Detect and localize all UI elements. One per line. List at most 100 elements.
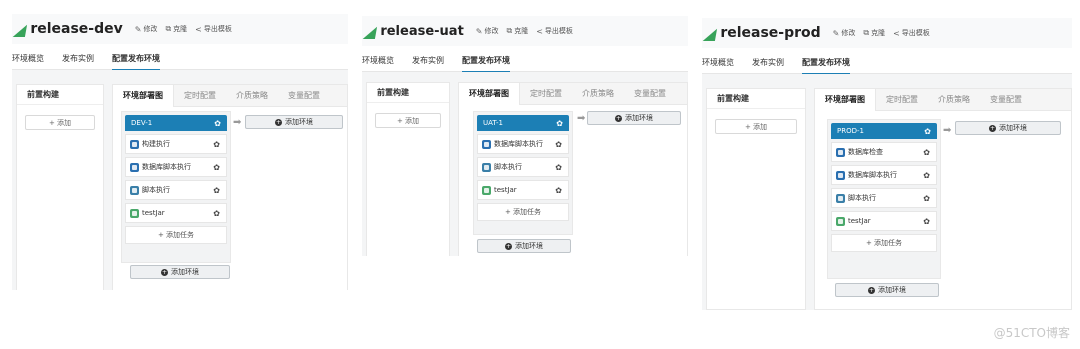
tab-config-env[interactable]: 配置发布环境 (112, 48, 160, 71)
add-env-button[interactable]: + 添加环境 (835, 283, 939, 297)
export-template-button[interactable]: < 导出模板 (893, 28, 930, 38)
gear-icon[interactable]: ✿ (555, 186, 562, 195)
tab-instances[interactable]: 发布实例 (62, 48, 94, 70)
pre-build-title: 前置构建 (17, 85, 103, 105)
add-env-button[interactable]: + 添加环境 (587, 111, 681, 125)
tab-overview[interactable]: 环境概览 (12, 48, 44, 70)
env-header[interactable]: UAT-1 ✿ (477, 115, 569, 131)
script-icon (482, 162, 491, 172)
gear-icon[interactable]: ✿ (213, 186, 220, 195)
tab-schedule[interactable]: 定时配置 (520, 83, 572, 105)
add-task-button[interactable]: + 添加任务 (125, 226, 227, 244)
tab-media-policy[interactable]: 介质策略 (572, 83, 624, 105)
copy-icon: ⧉ (863, 28, 870, 37)
main-tabs: 环境概览 发布实例 配置发布环境 (362, 50, 688, 73)
tab-media-policy[interactable]: 介质策略 (226, 85, 278, 107)
gear-icon[interactable]: ✿ (555, 140, 562, 149)
task-item[interactable]: 脚本执行 ✿ (831, 188, 937, 208)
plus-circle-icon: + (989, 124, 996, 132)
add-pre-build-button[interactable]: + 添加 (715, 119, 797, 134)
edit-button[interactable]: ✎ 修改 (476, 26, 499, 36)
gear-icon[interactable]: ✿ (556, 119, 563, 128)
pipeline-logo-icon: ◢ (12, 19, 28, 39)
jar-icon (836, 216, 845, 226)
tab-variables[interactable]: 变量配置 (980, 89, 1032, 111)
export-template-button[interactable]: < 导出模板 (536, 26, 573, 36)
deploy-column: 环境部署图 定时配置 介质策略 变量配置 UAT-1 ✿ 数据库脚本执行 ✿ 脚本执… (458, 82, 688, 256)
tab-variables[interactable]: 变量配置 (278, 85, 330, 107)
plus-circle-icon: + (161, 268, 168, 276)
tab-deploy-graph[interactable]: 环境部署图 (459, 82, 520, 105)
panel-header: ◢ release-dev ✎ 修改 ⧉ 克隆 < 导出模板 (12, 14, 348, 44)
edit-button[interactable]: ✎ 修改 (135, 24, 158, 34)
gear-icon[interactable]: ✿ (213, 140, 220, 149)
tab-overview[interactable]: 环境概览 (702, 52, 734, 74)
env-header[interactable]: DEV-1 ✿ (125, 115, 227, 131)
add-task-button[interactable]: + 添加任务 (477, 203, 569, 221)
copy-icon: ⧉ (165, 24, 172, 33)
add-env-button[interactable]: + 添加环境 (477, 239, 571, 253)
task-item[interactable]: 数据库检查 ✿ (831, 142, 937, 162)
clone-button[interactable]: ⧉ 克隆 (506, 26, 528, 36)
tab-schedule[interactable]: 定时配置 (876, 89, 928, 111)
script-icon (130, 185, 139, 195)
gear-icon[interactable]: ✿ (213, 163, 220, 172)
add-env-button[interactable]: + 添加环境 (955, 121, 1061, 135)
add-pre-build-button[interactable]: + 添加 (25, 115, 95, 130)
database-icon (836, 170, 845, 180)
gear-icon[interactable]: ✿ (923, 148, 930, 157)
database-icon (482, 139, 491, 149)
plus-circle-icon: + (868, 286, 875, 294)
task-item[interactable]: testJar ✿ (125, 203, 227, 223)
gear-icon[interactable]: ✿ (924, 127, 931, 136)
pre-build-column: 前置构建 + 添加 (706, 88, 806, 310)
tab-overview[interactable]: 环境概览 (362, 50, 394, 72)
add-env-button[interactable]: + 添加环境 (245, 115, 343, 129)
config-body: 前置构建 + 添加 环境部署图 定时配置 介质策略 变量配置 UAT-1 ✿ 数据… (362, 72, 688, 256)
task-item[interactable]: testJar ✿ (831, 211, 937, 231)
tab-instances[interactable]: 发布实例 (752, 52, 784, 74)
release-uat-panel: ◢ release-uat ✎ 修改 ⧉ 克隆 < 导出模板 环境概览 发布实例 配置… (362, 16, 688, 256)
gear-icon[interactable]: ✿ (923, 171, 930, 180)
task-item[interactable]: 数据库脚本执行 ✿ (125, 157, 227, 177)
tab-instances[interactable]: 发布实例 (412, 50, 444, 72)
deploy-column: 环境部署图 定时配置 介质策略 变量配置 PROD-1 ✿ 数据库检查 ✿ 数据库脚… (814, 88, 1072, 310)
export-template-button[interactable]: < 导出模板 (195, 24, 232, 34)
task-item[interactable]: 脚本执行 ✿ (477, 157, 569, 177)
task-item[interactable]: 构建执行 ✿ (125, 134, 227, 154)
tab-variables[interactable]: 变量配置 (624, 83, 676, 105)
gear-icon[interactable]: ✿ (214, 119, 221, 128)
build-icon (130, 139, 139, 149)
clone-button[interactable]: ⧉ 克隆 (863, 28, 885, 38)
pipeline-logo-icon: ◢ (362, 21, 378, 41)
add-task-button[interactable]: + 添加任务 (831, 234, 937, 252)
clone-button[interactable]: ⧉ 克隆 (165, 24, 187, 34)
arrow-right-icon: ➡ (943, 125, 952, 136)
database-icon (130, 162, 139, 172)
release-dev-panel: ◢ release-dev ✎ 修改 ⧉ 克隆 < 导出模板 环境概览 发布实例 配置… (12, 14, 348, 290)
edit-icon: ✎ (832, 28, 840, 38)
pre-build-title: 前置构建 (707, 89, 805, 109)
gear-icon[interactable]: ✿ (923, 194, 930, 203)
release-prod-panel: ◢ release-prod ✎ 修改 ⧉ 克隆 < 导出模板 环境概览 发布实例 配… (702, 18, 1072, 310)
tab-schedule[interactable]: 定时配置 (174, 85, 226, 107)
task-item[interactable]: testJar ✿ (477, 180, 569, 200)
tab-media-policy[interactable]: 介质策略 (928, 89, 980, 111)
task-item[interactable]: 数据库脚本执行 ✿ (831, 165, 937, 185)
env-header[interactable]: PROD-1 ✿ (831, 123, 937, 139)
add-env-button[interactable]: + 添加环境 (130, 265, 230, 279)
gear-icon[interactable]: ✿ (555, 163, 562, 172)
edit-button[interactable]: ✎ 修改 (833, 28, 856, 38)
gear-icon[interactable]: ✿ (923, 217, 930, 226)
task-item[interactable]: 脚本执行 ✿ (125, 180, 227, 200)
tab-config-env[interactable]: 配置发布环境 (802, 52, 850, 75)
tab-deploy-graph[interactable]: 环境部署图 (815, 88, 876, 111)
tab-config-env[interactable]: 配置发布环境 (462, 50, 510, 73)
share-icon: < (536, 26, 543, 36)
gear-icon[interactable]: ✿ (213, 209, 220, 218)
panel-header: ◢ release-prod ✎ 修改 ⧉ 克隆 < 导出模板 (702, 18, 1072, 48)
tab-deploy-graph[interactable]: 环境部署图 (113, 84, 174, 107)
task-item[interactable]: 数据库脚本执行 ✿ (477, 134, 569, 154)
add-pre-build-button[interactable]: + 添加 (375, 113, 441, 128)
env-stage: UAT-1 ✿ 数据库脚本执行 ✿ 脚本执行 ✿ testJar ✿ + 添加任务 (473, 111, 573, 235)
